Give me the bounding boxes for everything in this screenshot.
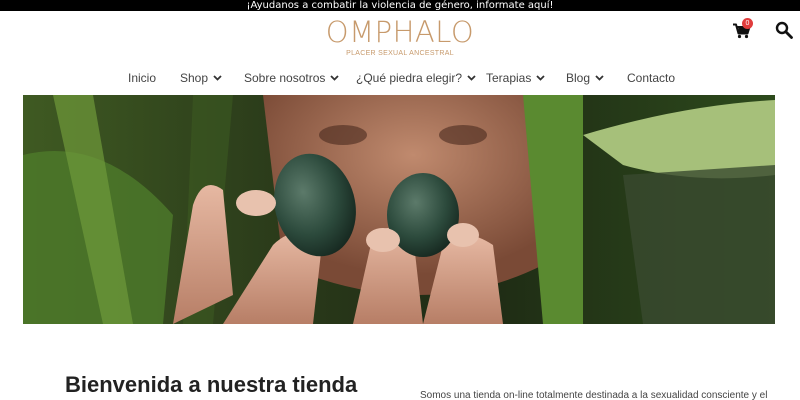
nav-item-label: ¿Qué piedra elegir? [356,71,463,85]
announcement-link[interactable]: ¡Ayudanos a combatir la violencia de gén… [246,0,553,11]
nav-item-label: Contacto [627,71,676,85]
chevron-down-icon [595,75,604,81]
cart-count-badge: 0 [742,18,753,29]
nav-item-label: Blog [566,71,591,85]
main-nav: Inicio Shop Sobre nosotros ¿Qué piedra e… [0,68,800,88]
search-icon[interactable] [775,21,793,39]
site-logo[interactable]: OMPHALO PLACER SEXUAL ANCESTRAL [300,16,500,58]
logo-tagline: PLACER SEXUAL ANCESTRAL [346,50,454,57]
nav-item-label: Terapias [486,71,532,85]
nav-item-label: Inicio [128,71,157,85]
nav-item-sobre-nosotros[interactable]: Sobre nosotros [244,68,340,88]
nav-item-shop[interactable]: Shop [180,68,222,88]
intro-text: Somos una tienda on-line totalmente dest… [420,390,768,400]
nav-item-label: Sobre nosotros [244,71,326,85]
hero-photo [23,95,775,324]
welcome-heading: Bienvenida a nuestra tienda [65,372,358,397]
nav-item-terapias[interactable]: Terapias [486,68,545,88]
hero-image [23,95,775,324]
logo-title: OMPHALO [325,15,475,49]
nav-item-contacto[interactable]: Contacto [627,68,675,88]
announcement-bar[interactable]: ¡Ayudanos a combatir la violencia de gén… [0,0,800,11]
nav-item-que-piedra-elegir[interactable]: ¿Qué piedra elegir? [356,68,476,88]
nav-item-blog[interactable]: Blog [566,68,604,88]
nav-item-inicio[interactable]: Inicio [128,68,156,88]
chevron-down-icon [213,75,222,81]
chevron-down-icon [536,75,545,81]
chevron-down-icon [467,75,476,81]
chevron-down-icon [330,75,340,81]
nav-item-label: Shop [180,71,209,85]
